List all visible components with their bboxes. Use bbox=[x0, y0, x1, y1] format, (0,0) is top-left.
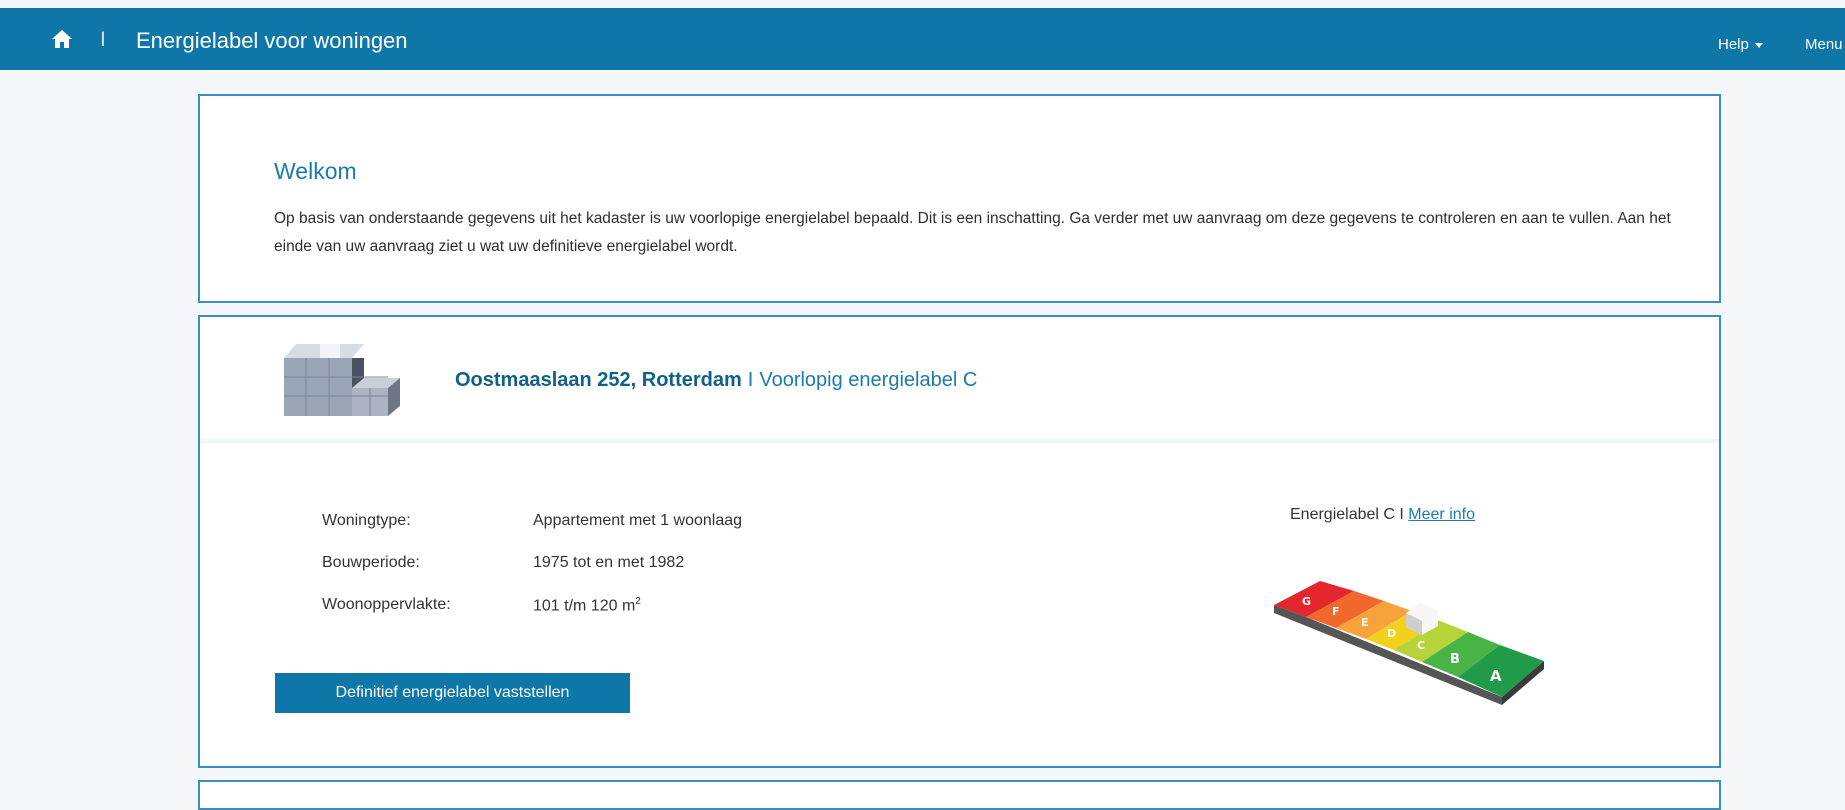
energy-label-text: Energielabel C I bbox=[1290, 506, 1409, 523]
area-value: 101 t/m 120 m bbox=[533, 597, 636, 615]
energy-label-scale-icon: G F E D C B A bbox=[1274, 581, 1544, 705]
home-icon[interactable] bbox=[50, 27, 74, 51]
property-address: Oostmaaslaan 252, Rotterdam bbox=[455, 369, 742, 391]
preliminary-label: Voorlopig energielabel C bbox=[759, 369, 978, 391]
scale-letter-c: C bbox=[1417, 639, 1425, 652]
top-navigation-bar: I Energielabel voor woningen Help Menu bbox=[0, 8, 1845, 70]
welcome-text: Op basis van onderstaande gegevens uit h… bbox=[274, 210, 1671, 255]
detail-value-woonoppervlakte: 101 t/m 120 m2 bbox=[533, 596, 641, 615]
next-panel bbox=[198, 780, 1721, 810]
scale-letter-g: G bbox=[1302, 595, 1311, 608]
scale-letter-b: B bbox=[1450, 652, 1460, 667]
finalize-label-button[interactable]: Definitief energielabel vaststellen bbox=[275, 673, 630, 713]
header-separator: I bbox=[100, 28, 106, 51]
help-label: Help bbox=[1718, 36, 1749, 53]
detail-value-woningtype: Appartement met 1 woonlaag bbox=[533, 512, 743, 529]
scale-letter-f: F bbox=[1332, 605, 1340, 618]
help-dropdown[interactable]: Help bbox=[1718, 36, 1763, 53]
scale-letter-a: A bbox=[1490, 667, 1502, 685]
detail-value-bouwperiode: 1975 tot en met 1982 bbox=[533, 554, 685, 571]
energy-label-caption: Energielabel C I Meer info bbox=[1290, 506, 1475, 524]
section-divider bbox=[200, 439, 1719, 443]
more-info-link[interactable]: Meer info bbox=[1408, 506, 1475, 523]
area-superscript: 2 bbox=[635, 596, 641, 607]
scale-letter-d: D bbox=[1387, 627, 1396, 640]
detail-label-woningtype: Woningtype: bbox=[322, 512, 411, 529]
menu-button[interactable]: Menu bbox=[1805, 36, 1843, 53]
property-panel: Oostmaaslaan 252, Rotterdam I Voorlopig en… bbox=[198, 315, 1721, 768]
welcome-title: Welkom bbox=[274, 158, 357, 184]
property-heading: Oostmaaslaan 252, Rotterdam I Voorlopig en… bbox=[455, 369, 977, 392]
scale-letter-e: E bbox=[1361, 616, 1369, 629]
caret-down-icon bbox=[1754, 42, 1763, 48]
heading-separator: I bbox=[747, 369, 754, 391]
app-title: Energielabel voor woningen bbox=[136, 28, 408, 53]
detail-label-bouwperiode: Bouwperiode: bbox=[322, 554, 420, 571]
detail-label-woonoppervlakte: Woonoppervlakte: bbox=[322, 596, 451, 613]
apartment-building-icon bbox=[284, 344, 400, 416]
welcome-panel: Welkom Op basis van onderstaande gegeven… bbox=[198, 94, 1721, 303]
